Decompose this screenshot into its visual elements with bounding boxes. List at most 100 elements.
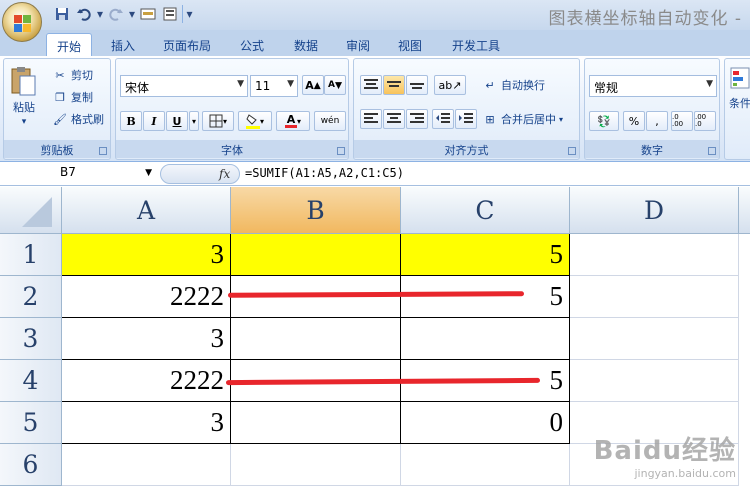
watermark-url: jingyan.baidu.com <box>634 467 736 480</box>
row-header-6[interactable]: 6 <box>0 444 62 486</box>
row-header-2[interactable]: 2 <box>0 276 62 318</box>
fill-color-button[interactable]: ▾ <box>238 111 272 131</box>
qat-customize-icon[interactable]: ▾ <box>182 5 196 23</box>
align-right-button[interactable] <box>406 109 428 129</box>
italic-button[interactable]: I <box>143 111 165 131</box>
cell-a4[interactable]: 2222 <box>62 360 231 402</box>
align-top-button[interactable] <box>360 75 382 95</box>
tab-review[interactable]: 审阅 <box>334 33 382 56</box>
cell-d4[interactable] <box>570 360 739 402</box>
cell-c3[interactable] <box>401 318 570 360</box>
underline-button[interactable]: U <box>166 111 188 131</box>
cell-d3[interactable] <box>570 318 739 360</box>
borders-button[interactable]: ▾ <box>202 111 234 131</box>
tab-view[interactable]: 视图 <box>386 33 434 56</box>
percent-button[interactable]: % <box>623 111 645 131</box>
cell-a2[interactable]: 2222 <box>62 276 231 318</box>
number-launcher-icon[interactable] <box>708 147 716 155</box>
orientation-button[interactable]: ab↗ <box>434 75 466 95</box>
cell-d2[interactable] <box>570 276 739 318</box>
font-launcher-icon[interactable] <box>337 147 345 155</box>
align-bottom-button[interactable] <box>406 75 428 95</box>
grow-font-button[interactable]: A ▲ <box>302 75 324 95</box>
tab-developer[interactable]: 开发工具 <box>440 33 512 56</box>
font-name-select[interactable]: 宋体 ▼ <box>120 75 248 97</box>
save-icon[interactable] <box>52 5 72 23</box>
undo-dropdown-icon[interactable]: ▾ <box>96 5 104 23</box>
column-header-b[interactable]: B <box>231 187 401 234</box>
cell-a1[interactable]: 3 <box>62 234 231 276</box>
tab-page-layout[interactable]: 页面布局 <box>152 33 222 56</box>
column-header-e[interactable] <box>739 187 750 234</box>
align-bottom-icon <box>410 83 424 89</box>
row-header-4[interactable]: 4 <box>0 360 62 402</box>
merge-center-button[interactable]: ⊞ 合并后居中 ▾ <box>482 111 563 127</box>
copy-button[interactable]: ❐ 复制 <box>52 89 93 105</box>
underline-dropdown-icon[interactable]: ▾ <box>189 111 199 131</box>
cell-b1[interactable] <box>231 234 401 276</box>
tab-data[interactable]: 数据 <box>282 33 330 56</box>
chevron-down-icon: ▼ <box>706 79 713 89</box>
decrease-indent-button[interactable] <box>432 109 454 129</box>
cell-c5[interactable]: 0 <box>401 402 570 444</box>
phonetic-button[interactable]: wén <box>314 111 346 131</box>
font-size-select[interactable]: 11 ▼ <box>250 75 298 97</box>
row-header-3[interactable]: 3 <box>0 318 62 360</box>
window-title: 图表横坐标轴自动变化 - <box>548 9 742 29</box>
record-icon[interactable] <box>160 5 180 23</box>
shrink-font-button[interactable]: A ▼ <box>324 75 346 95</box>
formula-input[interactable]: =SUMIF(A1:A5,A2,C1:C5) <box>245 166 404 180</box>
formula-controls: fx <box>160 164 240 184</box>
number-format-select[interactable]: 常规 ▼ <box>589 75 717 97</box>
paste-button[interactable]: 粘贴 ▾ <box>10 65 38 127</box>
format-painter-button[interactable]: 🖌 格式刷 <box>52 111 104 127</box>
row-header-5[interactable]: 5 <box>0 402 62 444</box>
cell-c6[interactable] <box>401 444 570 486</box>
select-all-button[interactable] <box>0 187 62 234</box>
cell-c1[interactable]: 5 <box>401 234 570 276</box>
increase-decimal-button[interactable]: .0 .00 <box>671 111 693 131</box>
cell-b6[interactable] <box>231 444 401 486</box>
cut-label: 剪切 <box>71 69 93 82</box>
wrap-text-icon: ↵ <box>485 78 495 92</box>
cell-b3[interactable] <box>231 318 401 360</box>
cell-b5[interactable] <box>231 402 401 444</box>
tab-formulas[interactable]: 公式 <box>228 33 276 56</box>
form-icon[interactable] <box>138 5 158 23</box>
bold-button[interactable]: B <box>120 111 142 131</box>
scissors-icon: ✂ <box>55 68 65 82</box>
column-header-a[interactable]: A <box>62 187 231 234</box>
comma-button[interactable]: , <box>646 111 668 131</box>
cell-d1[interactable] <box>570 234 739 276</box>
clipboard-launcher-icon[interactable] <box>99 147 107 155</box>
align-left-button[interactable] <box>360 109 382 129</box>
tab-insert[interactable]: 插入 <box>100 33 146 56</box>
cell-a6[interactable] <box>62 444 231 486</box>
insert-function-icon[interactable]: fx <box>219 167 230 181</box>
name-box-value: B7 <box>60 165 76 179</box>
alignment-launcher-icon[interactable] <box>568 147 576 155</box>
cut-button[interactable]: ✂ 剪切 <box>52 67 93 83</box>
tab-home[interactable]: 开始 <box>46 33 92 56</box>
align-middle-button[interactable] <box>383 75 405 95</box>
align-center-button[interactable] <box>383 109 405 129</box>
increase-indent-button[interactable] <box>455 109 477 129</box>
row-header-1[interactable]: 1 <box>0 234 62 276</box>
conditional-formatting-button[interactable]: 条件 <box>729 67 750 111</box>
cell-c2[interactable]: 5 <box>401 276 570 318</box>
wrap-text-button[interactable]: ↵ 自动换行 <box>482 77 545 93</box>
name-box[interactable]: B7 ▼ <box>0 165 156 184</box>
accounting-format-button[interactable]: 💱 <box>589 111 619 131</box>
redo-icon[interactable] <box>106 5 126 23</box>
phonetic-label: wén <box>320 116 340 126</box>
cell-a5[interactable]: 3 <box>62 402 231 444</box>
cell-a3[interactable]: 3 <box>62 318 231 360</box>
font-color-button[interactable]: A ▾ <box>276 111 310 131</box>
merge-icon: ⊞ <box>485 112 495 126</box>
undo-icon[interactable] <box>74 5 94 23</box>
redo-dropdown-icon[interactable]: ▾ <box>128 5 136 23</box>
column-header-d[interactable]: D <box>570 187 739 234</box>
office-button[interactable] <box>2 2 42 42</box>
decrease-decimal-button[interactable]: .00 .0 <box>694 111 716 131</box>
column-header-c[interactable]: C <box>401 187 570 234</box>
